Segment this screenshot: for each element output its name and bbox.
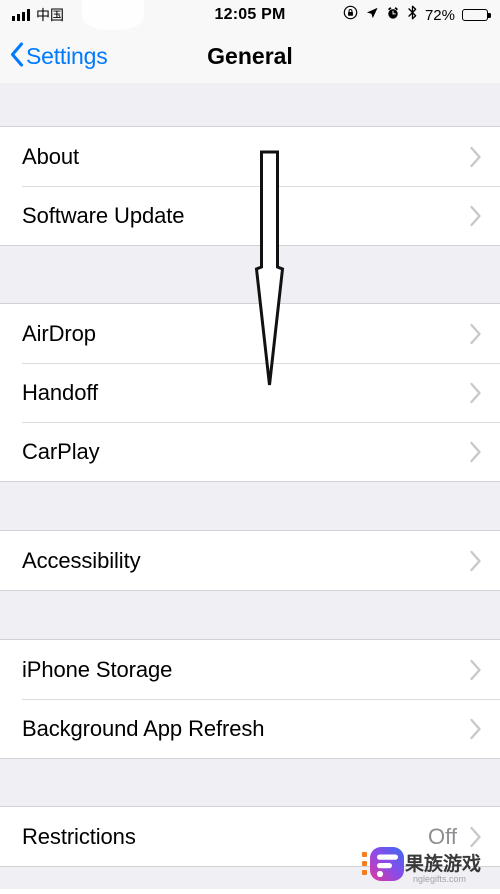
location-arrow-icon [365,6,379,25]
navigation-bar: Settings General [0,30,500,83]
chevron-right-icon [469,146,482,168]
group-continuity: AirDrop Handoff CarPlay [0,303,500,482]
settings-row-label: Software Update [22,202,185,228]
settings-list[interactable]: About Software Update AirDrop Handoff CarPl… [0,83,500,889]
settings-row-label: About [22,143,79,169]
settings-row-carplay[interactable]: CarPlay [0,422,500,481]
chevron-right-icon [469,550,482,572]
status-bar: 中国 12:05 PM 72% [0,0,500,30]
settings-row-label: Background App Refresh [22,715,265,741]
settings-row-value: Off [428,823,457,849]
back-button-label: Settings [26,43,108,69]
rotation-lock-icon [343,5,358,25]
group-info: About Software Update [0,126,500,246]
signal-bars-icon [12,9,30,21]
settings-row-software-update[interactable]: Software Update [0,186,500,245]
section-gap [0,482,500,530]
carrier-label: 中国 [36,8,64,24]
settings-row-label: CarPlay [22,438,100,464]
alarm-clock-icon [386,6,400,25]
section-gap [0,759,500,806]
screenshot-blob-overlay [82,0,144,30]
settings-row-restrictions[interactable]: Restrictions Off [0,807,500,866]
chevron-right-icon [469,205,482,227]
back-button[interactable]: Settings [0,41,108,72]
group-accessibility: Accessibility [0,530,500,591]
settings-row-background-app-refresh[interactable]: Background App Refresh [0,699,500,758]
battery-icon [462,8,491,22]
group-restrictions: Restrictions Off [0,806,500,867]
group-storage: iPhone Storage Background App Refresh [0,639,500,759]
settings-row-iphone-storage[interactable]: iPhone Storage [0,640,500,699]
section-gap [0,83,500,126]
status-bar-right: 72% [285,5,491,25]
chevron-right-icon [469,382,482,404]
status-bar-clock: 12:05 PM [214,6,286,23]
settings-row-handoff[interactable]: Handoff [0,363,500,422]
settings-row-about[interactable]: About [0,127,500,186]
settings-row-airdrop[interactable]: AirDrop [0,304,500,363]
chevron-right-icon [469,323,482,345]
settings-row-label: Accessibility [22,547,141,573]
chevron-right-icon [469,718,482,740]
bluetooth-icon [407,5,418,25]
settings-row-label: Handoff [22,379,98,405]
battery-percent-label: 72% [424,6,455,24]
chevron-left-icon [10,41,24,72]
section-gap [0,591,500,639]
chevron-right-icon [469,441,482,463]
chevron-right-icon [469,659,482,681]
settings-row-label: iPhone Storage [22,656,173,682]
section-gap [0,246,500,303]
settings-row-label: AirDrop [22,320,96,346]
chevron-right-icon [469,826,482,848]
settings-row-label: Restrictions [22,823,136,849]
settings-row-accessibility[interactable]: Accessibility [0,531,500,590]
